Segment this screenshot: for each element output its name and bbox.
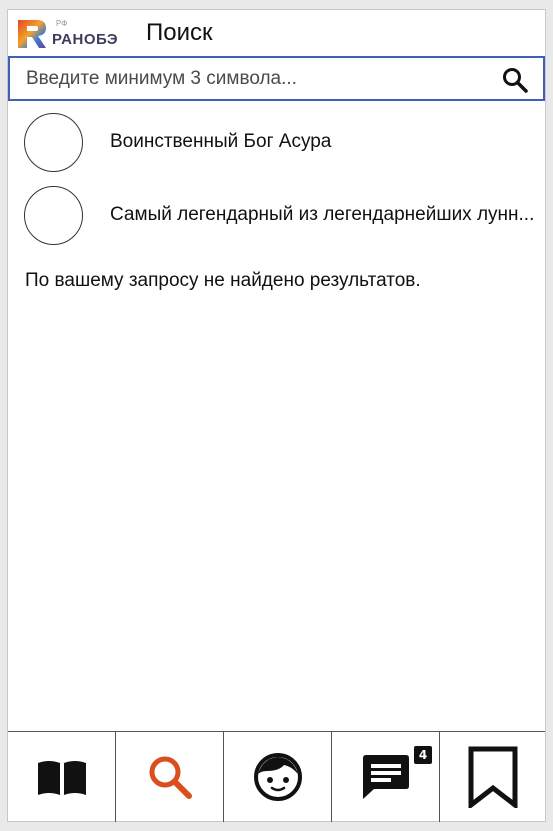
bookmark-icon bbox=[468, 746, 517, 808]
search-input[interactable] bbox=[26, 67, 486, 91]
search-button[interactable] bbox=[501, 66, 529, 94]
face-icon bbox=[253, 753, 302, 801]
svg-text:РАНОБЭ: РАНОБЭ bbox=[52, 31, 118, 48]
result-title: Самый легендарный из легендарнейших лунн… bbox=[110, 204, 535, 225]
chat-icon bbox=[362, 755, 409, 799]
result-cover-placeholder bbox=[24, 185, 83, 245]
search-result-item[interactable]: Самый легендарный из легендарнейших лунн… bbox=[24, 185, 545, 245]
search-icon bbox=[503, 68, 528, 93]
app-header: РФ РАНОБЭ Поиск bbox=[8, 10, 545, 56]
search-icon bbox=[149, 756, 192, 799]
messages-count-badge: 4 bbox=[414, 746, 432, 764]
nav-profile[interactable] bbox=[224, 732, 332, 822]
logo-superscript: РФ bbox=[56, 19, 67, 28]
nav-library[interactable] bbox=[8, 732, 116, 822]
nav-search[interactable] bbox=[116, 732, 224, 822]
nav-messages[interactable]: 4 bbox=[332, 732, 440, 822]
result-title: Воинственный Бог Асура bbox=[110, 131, 332, 152]
app-frame: РФ РАНОБЭ Поиск Воинственный Бог Асура С… bbox=[7, 9, 546, 822]
book-icon bbox=[37, 761, 86, 795]
nav-bookmarks[interactable] bbox=[440, 732, 545, 822]
result-cover-placeholder bbox=[24, 112, 83, 172]
site-logo[interactable]: РФ РАНОБЭ bbox=[15, 15, 133, 51]
no-results-message: По вашему запросу не найдено результатов… bbox=[25, 270, 421, 291]
page-title: Поиск bbox=[146, 19, 213, 46]
search-bar bbox=[8, 56, 545, 101]
bottom-nav: 4 bbox=[8, 731, 545, 822]
logo-icon: РФ РАНОБЭ bbox=[18, 19, 118, 48]
search-result-item[interactable]: Воинственный Бог Асура bbox=[24, 112, 545, 172]
